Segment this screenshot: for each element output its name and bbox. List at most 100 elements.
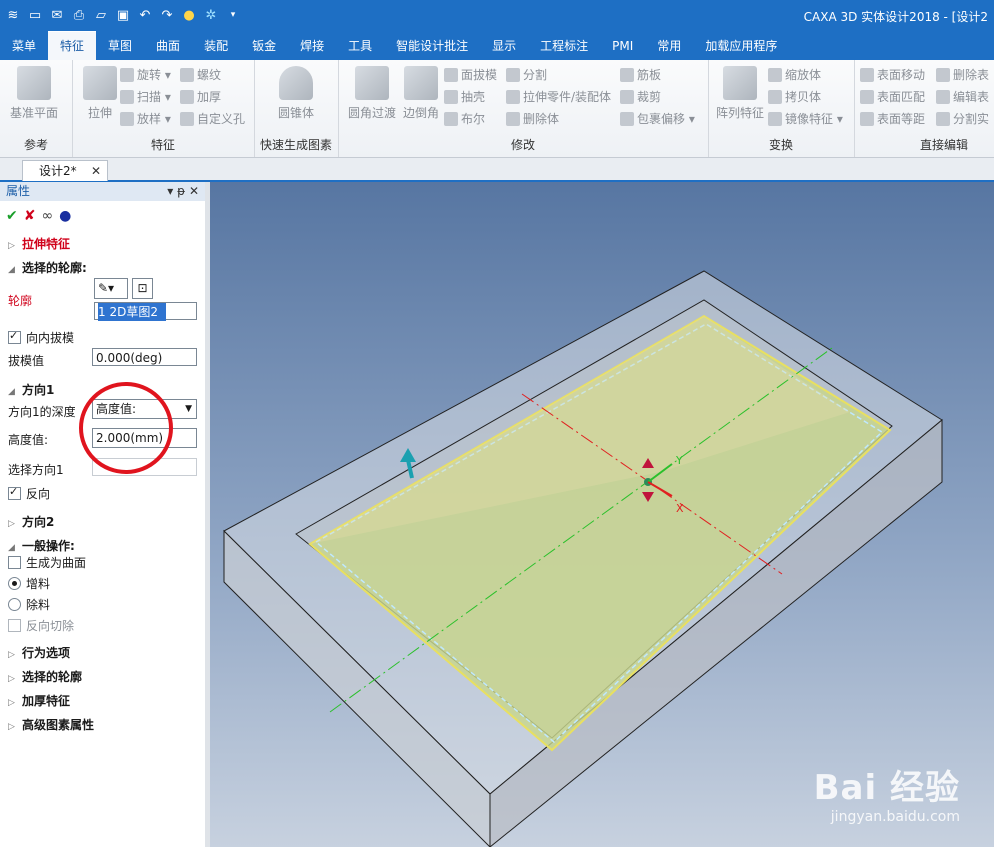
tab-sketch[interactable]: 草图 (96, 32, 144, 60)
remove-material-radio[interactable] (8, 598, 21, 611)
thread-button[interactable]: 螺纹 (180, 66, 221, 84)
open-icon[interactable]: ▱ (92, 6, 110, 24)
reverse-cut-checkbox[interactable] (8, 619, 21, 632)
tab-addins[interactable]: 加载应用程序 (693, 32, 789, 60)
pattern-feature-button[interactable]: 阵列特征 (712, 66, 768, 121)
section-general-operation[interactable]: ◢ 一般操作: (8, 537, 75, 554)
section-advanced-properties[interactable]: ▷ 高级图素属性 (8, 716, 94, 733)
chamfer-button[interactable]: 边倒角 (400, 66, 442, 121)
annotation-circle (79, 382, 173, 474)
tab-pmi[interactable]: PMI (600, 32, 645, 60)
undo-icon[interactable]: ↶ (136, 6, 154, 24)
inward-draft-option[interactable]: 向内拔模 (8, 329, 74, 346)
tab-tools[interactable]: 工具 (336, 32, 384, 60)
print-icon[interactable]: ⎙ (70, 6, 88, 24)
wrap-offset-button[interactable]: 包裹偏移 ▾ (620, 110, 695, 128)
remove-material-option[interactable]: 除料 (8, 596, 50, 613)
bulb-icon[interactable]: ● (180, 6, 198, 24)
face-offset-button[interactable]: 表面等距 (860, 110, 925, 128)
3d-viewport[interactable]: Y X Bai 经验 jingyan.baidu.com (210, 182, 994, 847)
section-thicken-feature[interactable]: ▷ 加厚特征 (8, 692, 70, 709)
tab-surface[interactable]: 曲面 (144, 32, 192, 60)
tab-sheetmetal[interactable]: 钣金 (240, 32, 288, 60)
tab-assembly[interactable]: 装配 (192, 32, 240, 60)
section-selected-profile-2[interactable]: ▷ 选择的轮廓 (8, 668, 82, 685)
cone-button[interactable]: 圆锥体 (270, 66, 322, 121)
rib-button[interactable]: 筋板 (620, 66, 661, 84)
datum-plane-button[interactable]: 基准平面 (8, 66, 60, 121)
reverse-checkbox[interactable] (8, 485, 21, 500)
ribbon-tabs: 菜单 特征 草图 曲面 装配 钣金 焊接 工具 智能设计批注 显示 工程标注 P… (0, 31, 994, 60)
preview-icon[interactable]: ∞ (41, 208, 53, 224)
face-draft-button[interactable]: 面拔模 (444, 66, 497, 84)
section-extrude-feature[interactable]: ▷ 拉伸特征 (8, 235, 70, 252)
delete-body-button[interactable]: 删除体 (506, 110, 559, 128)
group-label: 特征 (150, 138, 175, 152)
boolean-button[interactable]: 布尔 (444, 110, 485, 128)
draft-value-input[interactable]: 0.000(deg) (92, 348, 197, 366)
app-icon[interactable]: ≋ (4, 6, 22, 24)
delete-face-button[interactable]: 删除表 (936, 66, 989, 84)
collapse-arrow-icon: ▷ (8, 722, 15, 732)
face-move-button[interactable]: 表面移动 (860, 66, 925, 84)
profile-edit-button[interactable]: ✎▾ (94, 278, 128, 299)
panel-header: 属性 ▾ ᵽ ✕ (0, 182, 205, 201)
section-selected-profile[interactable]: ◢ 选择的轮廓: (8, 259, 87, 276)
tab-common[interactable]: 常用 (645, 32, 693, 60)
extrude-button[interactable]: 拉伸 (74, 66, 126, 121)
surface-option[interactable]: 生成为曲面 (8, 554, 86, 571)
custom-hole-button[interactable]: 自定义孔 (180, 110, 245, 128)
profile-item[interactable]: 1 2D草图2 (98, 303, 166, 321)
inward-draft-checkbox[interactable] (8, 329, 21, 344)
reverse-cut-option[interactable]: 反向切除 (8, 617, 74, 634)
edit-face-button[interactable]: 编辑表 (936, 88, 989, 106)
mirror-feature-button[interactable]: 镜像特征 ▾ (768, 110, 843, 128)
section-behavior-options[interactable]: ▷ 行为选项 (8, 644, 70, 661)
fillet-button[interactable]: 圆角过渡 (344, 66, 400, 121)
tab-weld[interactable]: 焊接 (288, 32, 336, 60)
section-direction2[interactable]: ▷ 方向2 (8, 513, 54, 530)
shell-button[interactable]: 抽壳 (444, 88, 485, 106)
section-direction1[interactable]: ◢ 方向1 (8, 381, 54, 398)
tab-engineering-dim[interactable]: 工程标注 (528, 32, 600, 60)
dropdown-icon[interactable]: ▾ (224, 6, 242, 24)
tab-menu[interactable]: 菜单 (0, 32, 48, 60)
save-icon[interactable]: ▣ (114, 6, 132, 24)
surface-checkbox[interactable] (8, 556, 21, 569)
panel-toolbar: ✔ ✘ ∞ ● (6, 208, 71, 224)
ok-icon[interactable]: ✔ (6, 208, 18, 224)
reverse-option[interactable]: 反向 (8, 485, 50, 502)
tab-smart-annotation[interactable]: 智能设计批注 (384, 32, 480, 60)
cancel-icon[interactable]: ✘ (24, 208, 36, 224)
trim-button[interactable]: 裁剪 (620, 88, 661, 106)
document-tab[interactable]: 设计2* ✕ (22, 160, 108, 181)
close-doc-icon[interactable]: ✉ (48, 6, 66, 24)
extrude-part-button[interactable]: 拉伸零件/装配体 (506, 88, 611, 106)
close-icon[interactable]: ✕ (91, 161, 101, 181)
panel-window-controls[interactable]: ▾ ᵽ ✕ (167, 182, 199, 201)
split-button[interactable]: 分割 (506, 66, 547, 84)
profile-list[interactable]: 1 2D草图2 (94, 302, 197, 321)
new-icon[interactable]: ▭ (26, 6, 44, 24)
height-label: 高度值: (8, 433, 49, 447)
scale-body-button[interactable]: 缩放体 (768, 66, 821, 84)
tab-display[interactable]: 显示 (480, 32, 528, 60)
redo-icon[interactable]: ↷ (158, 6, 176, 24)
copy-body-button[interactable]: 拷贝体 (768, 88, 821, 106)
sweep-button[interactable]: 扫描 ▾ (120, 88, 171, 106)
sketch-icon[interactable]: ⊡ (132, 278, 153, 299)
split-solid-button[interactable]: 分割实 (936, 110, 989, 128)
help-icon[interactable]: ● (59, 208, 71, 224)
group-feature: 拉伸 旋转 ▾ 扫描 ▾ 放样 ▾ 螺纹 加厚 自定义孔 特征 (72, 60, 255, 157)
collapse-arrow-icon: ▷ (8, 674, 15, 684)
revolve-button[interactable]: 旋转 ▾ (120, 66, 171, 84)
watermark-url: jingyan.baidu.com (830, 809, 960, 825)
pattern-icon (723, 66, 757, 100)
add-material-option[interactable]: 增料 (8, 575, 50, 592)
tab-feature[interactable]: 特征 (48, 31, 97, 60)
loft-button[interactable]: 放样 ▾ (120, 110, 171, 128)
sparkle-icon[interactable]: ✲ (202, 6, 220, 24)
add-material-radio[interactable] (8, 577, 21, 590)
thicken-button[interactable]: 加厚 (180, 88, 221, 106)
face-match-button[interactable]: 表面匹配 (860, 88, 925, 106)
